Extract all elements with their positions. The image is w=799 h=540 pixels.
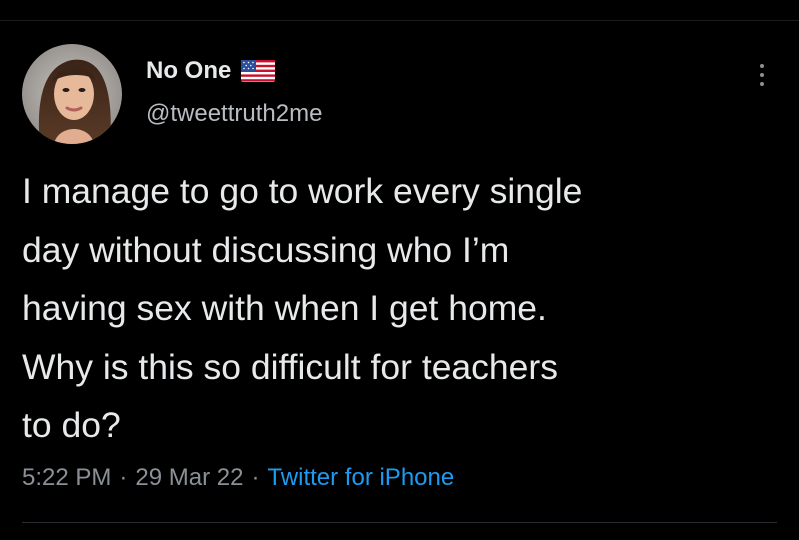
top-divider [0,20,799,21]
avatar[interactable] [22,44,122,144]
author-name-row: No One [146,56,276,86]
tweet-text: I manage to go to work every single day … [22,171,583,445]
us-flag-icon [241,60,276,82]
bottom-divider [22,522,777,523]
tweet-time[interactable]: 5:22 PM [22,464,111,492]
tweet-date[interactable]: 29 Mar 22 [135,464,243,492]
dot [760,73,764,77]
avatar-image [22,44,122,144]
author-display-name[interactable]: No One [146,57,231,85]
meta-separator: · [251,464,260,491]
tweet-source-link[interactable]: Twitter for iPhone [267,464,454,492]
dot [760,64,764,68]
meta-separator: · [119,464,128,491]
tweet-meta: 5:22 PM · 29 Mar 22 · Twitter for iPhone [22,464,454,492]
dot [760,82,764,86]
more-options-icon[interactable] [752,60,772,90]
author-handle[interactable]: @tweettruth2me [146,100,322,128]
